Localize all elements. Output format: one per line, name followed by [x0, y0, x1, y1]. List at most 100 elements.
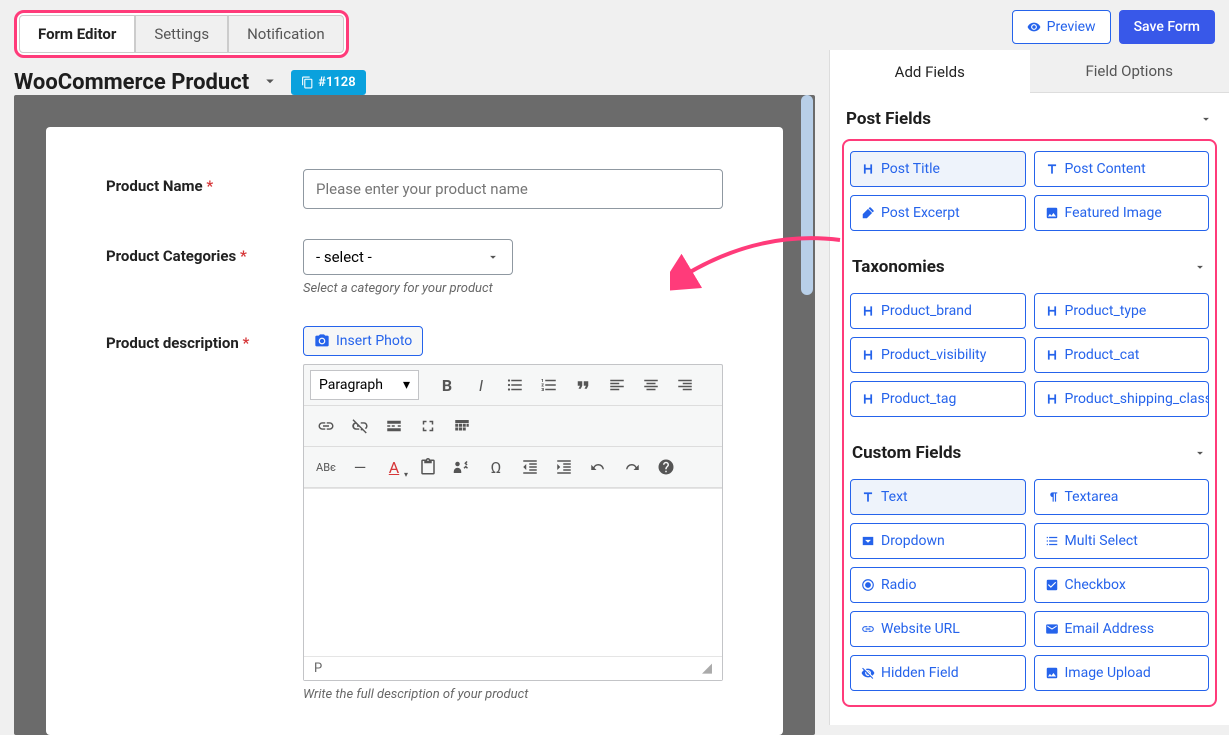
camera-icon	[314, 333, 330, 349]
field-product-tag[interactable]: Product_tag	[850, 381, 1026, 417]
help-button[interactable]	[650, 451, 682, 483]
text-color-button[interactable]: A▾	[378, 451, 410, 483]
field-dropdown[interactable]: Dropdown	[850, 523, 1026, 559]
fields-highlight-box: Post Title Post Content Post Excerpt Fea…	[842, 139, 1217, 707]
heading-icon	[861, 392, 875, 406]
checkbox-icon	[1045, 578, 1059, 592]
text-icon	[1045, 162, 1059, 176]
redo-button[interactable]	[616, 451, 648, 483]
field-email-address[interactable]: Email Address	[1034, 611, 1210, 647]
hr-button[interactable]: —	[344, 451, 376, 483]
product-categories-select[interactable]: - select -	[303, 239, 513, 275]
undo-button[interactable]	[582, 451, 614, 483]
field-product-visibility[interactable]: Product_visibility	[850, 337, 1026, 373]
sidebar-body: Post Fields Post Title Post Content Post…	[830, 93, 1229, 719]
clear-format-button[interactable]	[446, 451, 478, 483]
align-left-button[interactable]	[601, 369, 633, 401]
tab-settings[interactable]: Settings	[135, 15, 228, 53]
section-title: Taxonomies	[852, 257, 945, 277]
editor-statusbar: P ◢	[304, 656, 722, 680]
field-post-excerpt[interactable]: Post Excerpt	[850, 195, 1026, 231]
editor-path: P	[314, 661, 322, 676]
paragraph-select[interactable]: Paragraph ▾	[310, 370, 419, 400]
heading-icon	[1045, 392, 1059, 406]
pill-label: Dropdown	[881, 533, 945, 549]
eye-icon	[1027, 20, 1041, 34]
field-image-upload[interactable]: Image Upload	[1034, 655, 1210, 691]
required-asterisk: *	[240, 247, 247, 265]
quote-button[interactable]	[567, 369, 599, 401]
field-post-content[interactable]: Post Content	[1034, 151, 1210, 187]
outdent-button[interactable]	[514, 451, 546, 483]
pill-label: Radio	[881, 577, 917, 593]
field-product-name: Product Name *	[106, 169, 723, 209]
read-more-button[interactable]	[378, 410, 410, 442]
resize-handle-icon[interactable]: ◢	[702, 661, 712, 676]
pill-label: Multi Select	[1065, 533, 1138, 549]
label-text: Product description	[106, 334, 239, 352]
section-taxonomies-header[interactable]: Taxonomies	[848, 241, 1211, 287]
link-icon	[861, 622, 875, 636]
field-product-brand[interactable]: Product_brand	[850, 293, 1026, 329]
toolbar-toggle-button[interactable]	[446, 410, 478, 442]
tab-field-options[interactable]: Field Options	[1030, 50, 1229, 93]
unlink-button[interactable]	[344, 410, 376, 442]
paragraph-label: Paragraph	[319, 377, 383, 393]
pill-label: Image Upload	[1065, 665, 1151, 681]
special-char-button[interactable]: Ω	[480, 451, 512, 483]
editor-toolbar-row-3: ABє — A▾ Ω	[304, 447, 722, 488]
paste-button[interactable]	[412, 451, 444, 483]
tab-form-editor[interactable]: Form Editor	[19, 15, 135, 53]
heading-icon	[1045, 304, 1059, 318]
field-checkbox[interactable]: Checkbox	[1034, 567, 1210, 603]
field-product-cat[interactable]: Product_cat	[1034, 337, 1210, 373]
editor-body[interactable]	[304, 488, 722, 656]
heading-icon	[1045, 348, 1059, 362]
product-name-input[interactable]	[303, 169, 723, 209]
align-right-button[interactable]	[669, 369, 701, 401]
field-text[interactable]: Text	[850, 479, 1026, 515]
number-list-button[interactable]	[533, 369, 565, 401]
pill-label: Post Title	[881, 161, 940, 177]
product-categories-label: Product Categories *	[106, 239, 303, 265]
field-product-shipping-class[interactable]: Product_shipping_class	[1034, 381, 1210, 417]
section-custom-fields-header[interactable]: Custom Fields	[848, 427, 1211, 473]
bullet-list-button[interactable]	[499, 369, 531, 401]
fullscreen-button[interactable]	[412, 410, 444, 442]
link-button[interactable]	[310, 410, 342, 442]
align-center-button[interactable]	[635, 369, 667, 401]
insert-photo-button[interactable]: Insert Photo	[303, 326, 423, 356]
required-asterisk: *	[206, 177, 213, 195]
section-title: Custom Fields	[852, 443, 961, 463]
categories-help-text: Select a category for your product	[303, 281, 723, 296]
pill-label: Checkbox	[1065, 577, 1126, 593]
canvas-outer: Product Name * Product Categories * - se…	[14, 95, 815, 735]
field-website-url[interactable]: Website URL	[850, 611, 1026, 647]
pill-label: Website URL	[881, 621, 960, 637]
pill-label: Post Content	[1065, 161, 1146, 177]
scrollbar-handle[interactable]	[801, 95, 813, 295]
pill-label: Text	[881, 489, 908, 505]
italic-button[interactable]: I	[465, 369, 497, 401]
bold-button[interactable]: B	[431, 369, 463, 401]
save-form-button[interactable]: Save Form	[1119, 10, 1215, 44]
description-help-text: Write the full description of your produ…	[303, 687, 723, 702]
tab-add-fields[interactable]: Add Fields	[830, 50, 1030, 93]
indent-button[interactable]	[548, 451, 580, 483]
field-multi-select[interactable]: Multi Select	[1034, 523, 1210, 559]
field-hidden-field[interactable]: Hidden Field	[850, 655, 1026, 691]
field-radio[interactable]: Radio	[850, 567, 1026, 603]
preview-label: Preview	[1047, 19, 1096, 35]
pill-label: Featured Image	[1065, 205, 1162, 221]
field-featured-image[interactable]: Featured Image	[1034, 195, 1210, 231]
dropdown-caret-icon: ▾	[403, 377, 410, 393]
field-product-type[interactable]: Product_type	[1034, 293, 1210, 329]
main-layout: Product Name * Product Categories * - se…	[0, 50, 1229, 725]
field-textarea[interactable]: Textarea	[1034, 479, 1210, 515]
strikethrough-button[interactable]: ABє	[310, 451, 342, 483]
preview-button[interactable]: Preview	[1012, 10, 1111, 44]
section-post-fields-header[interactable]: Post Fields	[842, 93, 1217, 139]
product-name-label: Product Name *	[106, 169, 303, 195]
field-post-title[interactable]: Post Title	[850, 151, 1026, 187]
tab-notification[interactable]: Notification	[228, 15, 344, 53]
